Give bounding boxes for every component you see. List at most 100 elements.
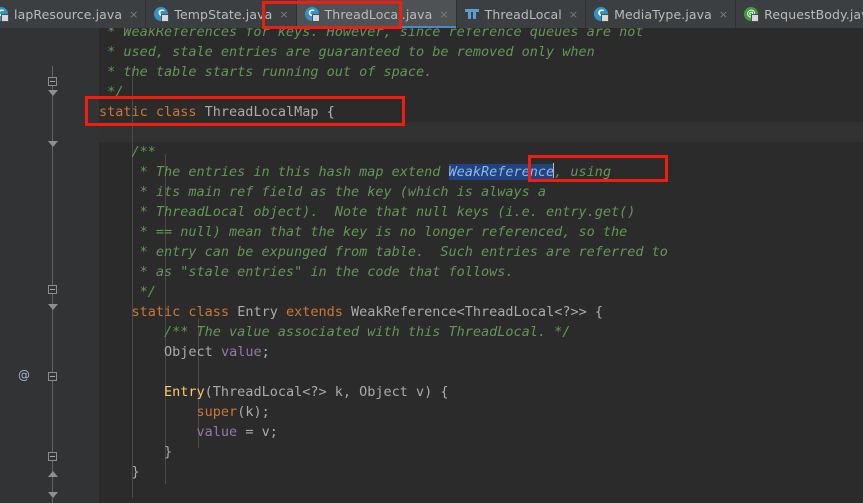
fold-collapse-icon[interactable] (48, 285, 57, 294)
selected-token: WeakReference (448, 164, 555, 180)
code-line[interactable]: /** The value associated with this Threa… (99, 322, 570, 342)
lock-icon (751, 13, 760, 22)
editor-tab-label: ThreadLocal (484, 6, 562, 22)
code-line[interactable]: * the table starts running out of space. (99, 62, 432, 82)
code-line[interactable]: Entry(ThreadLocal<?> k, Object v) { (99, 382, 449, 402)
editor-tab-requestbody-java[interactable]: @RequestBody.java× (736, 0, 863, 28)
gutter-annotation-marker[interactable]: @ (18, 368, 30, 382)
fold-region-end-icon[interactable] (48, 90, 58, 96)
code-line[interactable]: */ (99, 282, 156, 302)
code-token: , using (554, 164, 612, 180)
code-token: Entry (237, 304, 286, 320)
code-line[interactable]: * WeakReferences for keys. However, sinc… (99, 28, 644, 42)
code-token: */ (99, 84, 124, 100)
code-line[interactable]: Object value; (99, 342, 270, 362)
code-token: value (196, 424, 246, 440)
editor-tab-label: TempState.java (174, 6, 273, 22)
close-icon[interactable]: × (439, 9, 448, 20)
code-line[interactable]: super(k); (99, 402, 270, 422)
code-token: /** The value associated with this Threa… (99, 324, 571, 340)
code-line[interactable]: } (99, 462, 140, 482)
fold-region-end-icon[interactable] (48, 492, 58, 498)
code-line[interactable]: * used, stale entries are guaranteed to … (99, 42, 595, 62)
code-token: * the table starts running out of space. (99, 64, 433, 80)
fold-region-end-icon[interactable] (48, 141, 58, 147)
java-abstract-class-icon: @ (744, 6, 760, 22)
fold-rail (52, 202, 53, 298)
code-editor[interactable]: @ * WeakReferences for keys. However, si… (0, 28, 863, 503)
editor-tab-label: MediaType.java (614, 6, 712, 22)
fold-collapse-icon[interactable] (48, 372, 57, 381)
code-surface[interactable]: * WeakReferences for keys. However, sinc… (99, 28, 863, 503)
code-token: * WeakReferences for keys. However, sinc… (99, 28, 644, 40)
code-token: (ThreadLocal<?> k, Object v) { (204, 384, 449, 400)
code-token: * == null) mean that the key is no longe… (99, 224, 628, 240)
close-icon[interactable]: × (569, 9, 578, 20)
editor-tab-threadlocal[interactable]: ThreadLocal × (456, 0, 587, 28)
code-token: Object (164, 344, 221, 360)
code-token: WeakReference<ThreadLocal<?>> { (351, 304, 603, 320)
code-line[interactable]: * == null) mean that the key is no longe… (99, 222, 628, 242)
fold-region-start-icon[interactable] (48, 471, 58, 477)
code-token: super (196, 404, 238, 420)
fold-rail (52, 378, 53, 503)
editor-tab-label: lapResource.java (14, 6, 123, 22)
fold-region-end-icon[interactable] (48, 304, 58, 310)
java-class-icon: C (154, 6, 170, 22)
code-line[interactable]: /** (99, 142, 156, 162)
editor-tab-label: ThreadLocal.java (324, 6, 433, 22)
code-line[interactable]: * The entries in this hash map extend We… (99, 162, 611, 182)
code-token: static class (99, 104, 205, 120)
lock-icon (601, 13, 610, 22)
lock-icon (311, 13, 320, 22)
code-line[interactable]: * as "stale entries" in the code that fo… (99, 262, 514, 282)
editor-tab-label: RequestBody.java (764, 6, 863, 22)
close-icon[interactable]: × (279, 9, 288, 20)
editor-gutter[interactable]: @ (0, 28, 70, 503)
code-token: * entry can be expunged from table. Such… (99, 244, 668, 260)
code-token: * its main ref field as the key (which i… (99, 184, 547, 200)
ide-editor-window: ClapResource.java×CTempState.java×CThrea… (0, 0, 863, 503)
code-token: { (326, 104, 335, 120)
code-token: } (99, 444, 173, 460)
code-token: * as "stale entries" in the code that fo… (99, 264, 514, 280)
code-token: ThreadLocalMap (204, 104, 327, 120)
code-token: * ThreadLocal object). Note that null ke… (99, 204, 636, 220)
code-token: * The entries in this hash map extend (99, 164, 449, 180)
code-line[interactable]: static class Entry extends WeakReference… (99, 302, 603, 322)
code-token: value (220, 344, 262, 360)
editor-tab-mediatype-java[interactable]: CMediaType.java × (586, 0, 737, 28)
editor-tab-bar: ClapResource.java×CTempState.java×CThrea… (0, 0, 863, 29)
editor-gutter-margin (70, 28, 99, 503)
lock-icon (161, 13, 170, 22)
fold-collapse-icon[interactable] (48, 452, 57, 461)
close-icon[interactable]: × (129, 9, 138, 20)
close-icon[interactable]: × (719, 9, 728, 20)
code-line[interactable]: } (99, 442, 172, 462)
editor-tab-lapresource-java[interactable]: ClapResource.java × (0, 0, 147, 28)
editor-tab-threadlocal-java[interactable]: CThreadLocal.java × (296, 0, 457, 28)
code-token: ; (261, 344, 270, 360)
java-class-icon: C (304, 6, 320, 22)
code-line[interactable]: * its main ref field as the key (which i… (99, 182, 546, 202)
code-line[interactable]: * ThreadLocal object). Note that null ke… (99, 202, 636, 222)
code-token: /** (99, 144, 156, 160)
code-token: static class (131, 304, 238, 320)
current-line-highlight (99, 122, 863, 142)
fold-collapse-icon[interactable] (48, 77, 57, 86)
code-line[interactable]: */ (99, 82, 123, 102)
code-line[interactable]: static class ThreadLocalMap { (99, 102, 335, 122)
code-line[interactable]: * entry can be expunged from table. Such… (99, 242, 668, 262)
code-token: (k); (237, 404, 270, 420)
code-token: * used, stale entries are guaranteed to … (99, 44, 595, 60)
lock-icon (1, 13, 9, 22)
editor-tab-tempstate-java[interactable]: CTempState.java × (146, 0, 297, 28)
java-library-class-icon (464, 7, 480, 22)
fold-rail (52, 190, 53, 202)
code-line[interactable]: value = v; (99, 422, 278, 442)
